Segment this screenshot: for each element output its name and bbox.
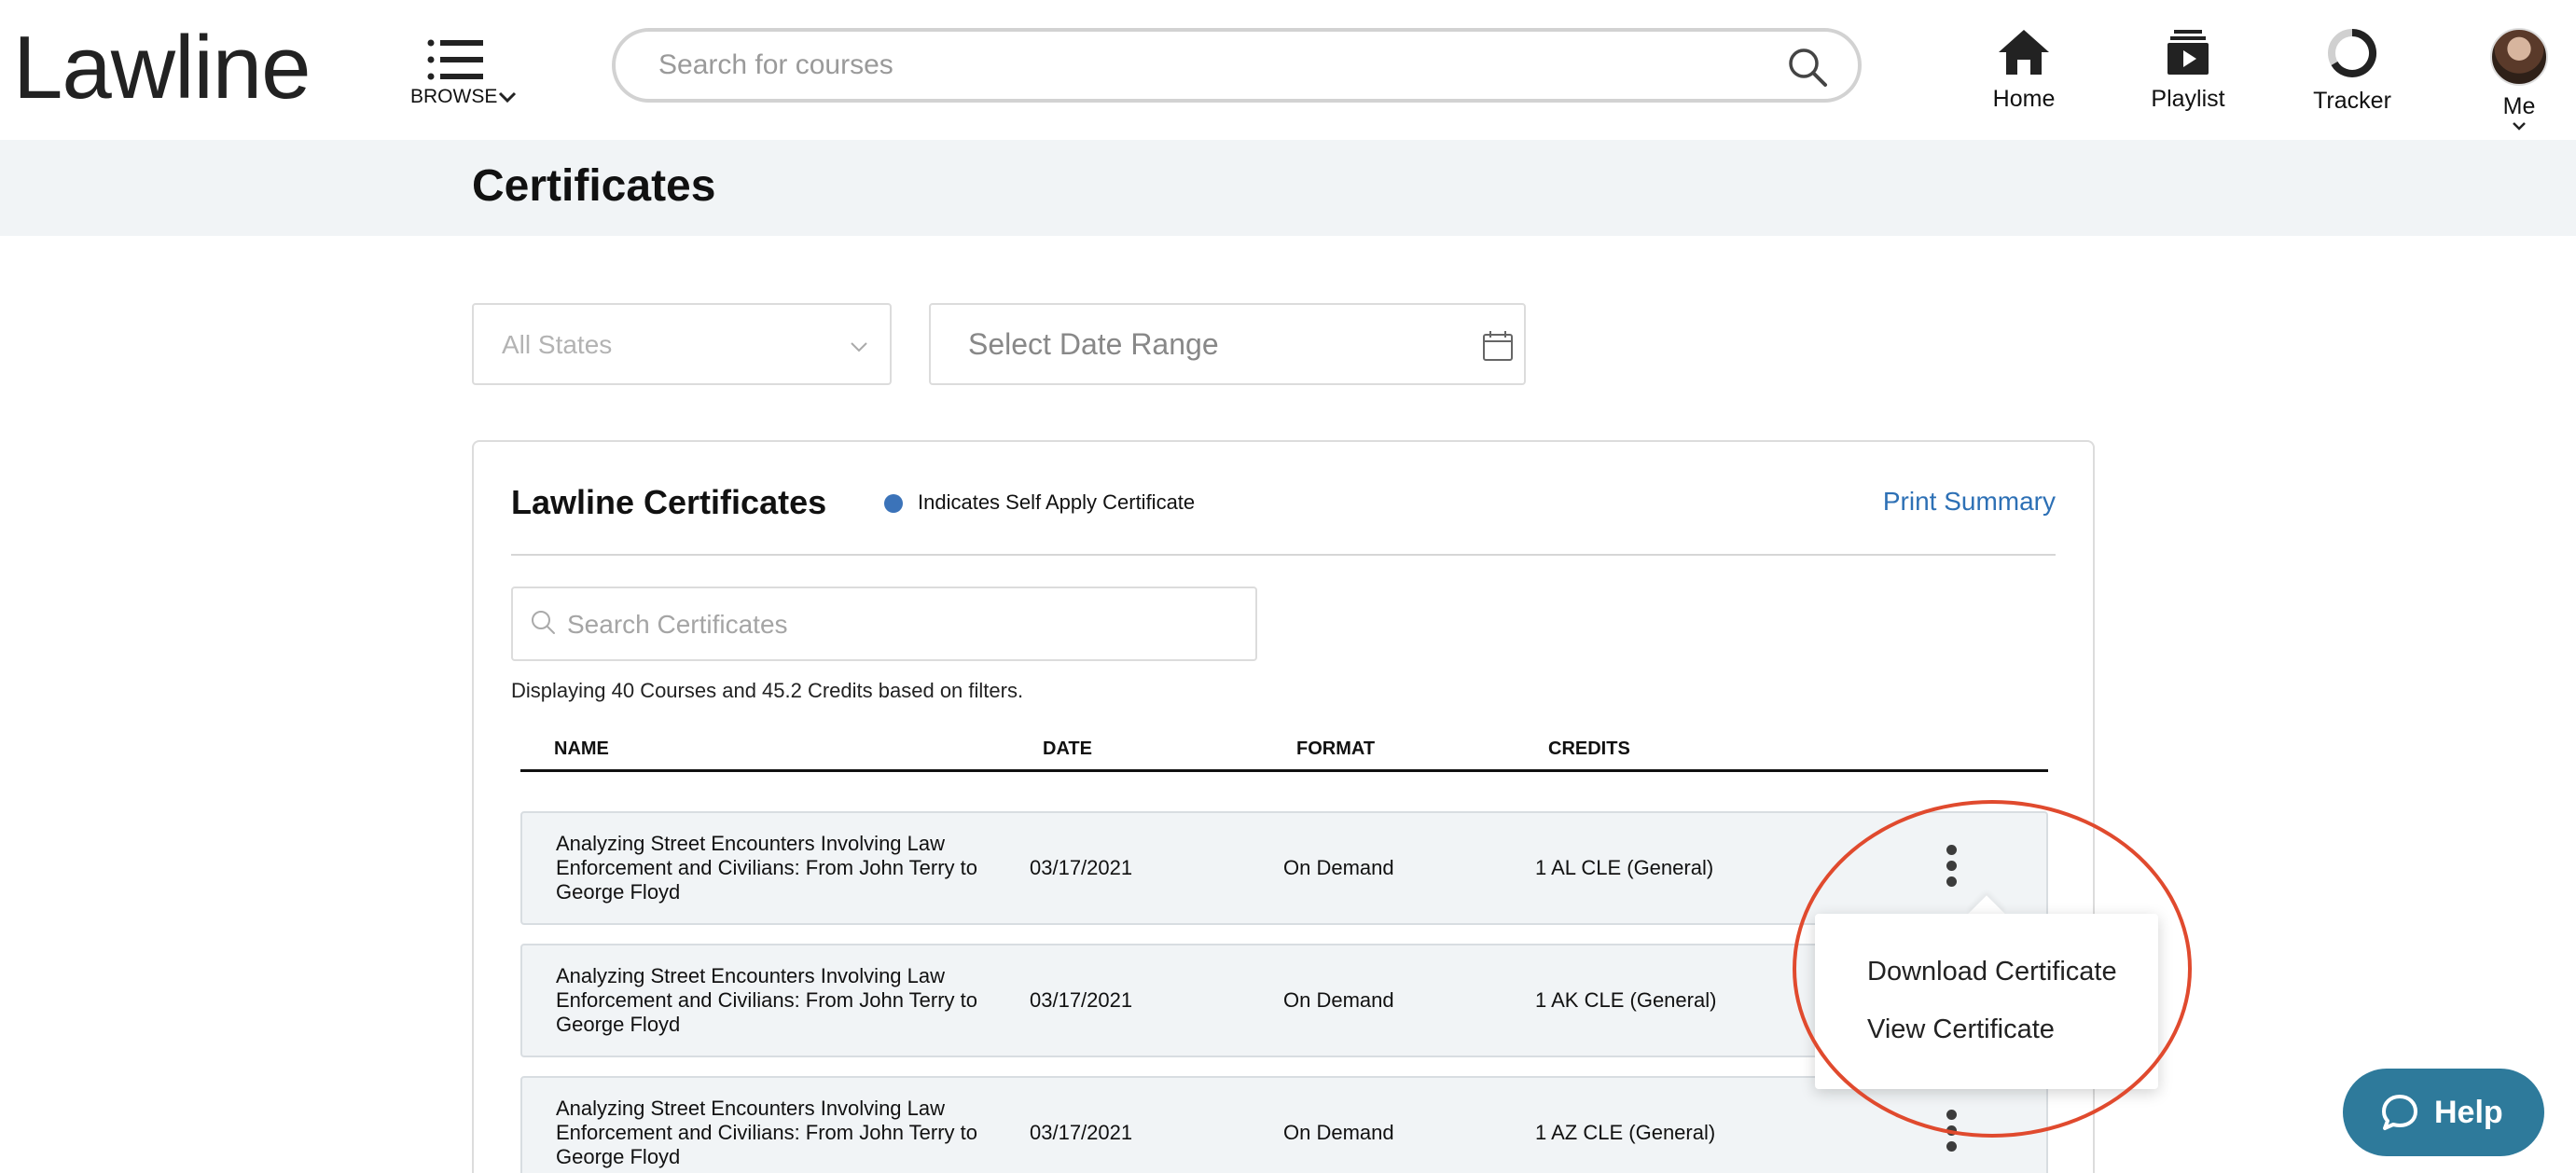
date-range-picker[interactable]: Select Date Range: [929, 303, 1526, 385]
column-header-name: NAME: [554, 738, 609, 759]
row-format: On Demand: [1283, 856, 1394, 879]
help-label: Help: [2434, 1095, 2503, 1130]
chevron-down-icon: [498, 91, 517, 104]
row-actions-kebab-icon[interactable]: [1942, 1110, 1960, 1156]
row-actions-menu: Download Certificate View Certificate: [1815, 914, 2158, 1089]
nav-me-menu[interactable]: Me: [2458, 28, 2576, 131]
logo-text: Lawline: [13, 18, 312, 117]
results-count-text: Displaying 40 Courses and 45.2 Credits b…: [511, 679, 1024, 702]
self-apply-legend-dot: [884, 494, 903, 513]
tracker-ring-icon: [2328, 28, 2377, 77]
hamburger-icon: [427, 39, 483, 80]
card-title: Lawline Certificates: [511, 483, 827, 521]
home-icon: [1999, 30, 2049, 75]
browse-menu-button[interactable]: BROWSE: [409, 37, 530, 112]
view-certificate-item[interactable]: View Certificate: [1867, 1014, 2055, 1045]
calendar-icon: [1483, 331, 1513, 361]
row-course-name[interactable]: Analyzing Street Encounters Involving La…: [556, 1097, 994, 1169]
certificate-search-input[interactable]: [567, 601, 1220, 648]
row-credits: 1 AZ CLE (General): [1535, 1121, 1716, 1144]
course-search-input[interactable]: [658, 41, 1740, 90]
column-header-format: FORMAT: [1296, 738, 1376, 759]
states-select[interactable]: All States: [472, 303, 892, 385]
print-summary-link[interactable]: Print Summary: [1883, 487, 2056, 517]
nav-playlist-label: Playlist: [2151, 86, 2225, 112]
row-date: 03/17/2021: [1030, 856, 1133, 879]
nav-tracker[interactable]: Tracker: [2287, 28, 2417, 121]
row-date: 03/17/2021: [1030, 1121, 1133, 1144]
certificate-search-box: [511, 586, 1257, 661]
row-credits: 1 AK CLE (General): [1535, 988, 1717, 1012]
download-certificate-item[interactable]: Download Certificate: [1867, 957, 2117, 987]
nav-home-label: Home: [1992, 86, 2056, 112]
row-credits: 1 AL CLE (General): [1535, 856, 1714, 879]
avatar: [2490, 28, 2548, 86]
divider: [511, 554, 2056, 556]
nav-playlist[interactable]: Playlist: [2123, 28, 2253, 121]
nav-me-wrapper: Me: [2458, 93, 2576, 131]
nav-me-label: Me: [2502, 93, 2536, 119]
browse-label: BROWSE: [410, 86, 498, 107]
self-apply-legend-text: Indicates Self Apply Certificate: [918, 490, 1196, 514]
row-format: On Demand: [1283, 1121, 1394, 1144]
table-row: Analyzing Street Encounters Involving La…: [520, 1076, 2048, 1173]
row-course-name[interactable]: Analyzing Street Encounters Involving La…: [556, 964, 994, 1037]
nav-tracker-label: Tracker: [2313, 88, 2391, 114]
column-header-credits: CREDITS: [1548, 738, 1630, 759]
help-button[interactable]: Help: [2343, 1069, 2544, 1156]
page-title: Certificates: [472, 161, 716, 211]
date-range-placeholder: Select Date Range: [968, 327, 1219, 361]
table-header: NAME DATE FORMAT CREDITS: [520, 733, 2048, 772]
chevron-down-icon: [2513, 122, 2526, 131]
row-date: 03/17/2021: [1030, 988, 1133, 1012]
chat-bubble-icon: [2382, 1095, 2417, 1130]
search-icon[interactable]: [1787, 47, 1828, 88]
playlist-icon: [2167, 30, 2209, 75]
column-header-date: DATE: [1043, 738, 1092, 759]
chevron-down-icon: [851, 342, 867, 352]
search-icon: [532, 611, 555, 634]
row-actions-kebab-icon[interactable]: [1942, 845, 1960, 891]
top-header: Lawline BROWSE Home Playlist: [0, 0, 2576, 140]
row-course-name[interactable]: Analyzing Street Encounters Involving La…: [556, 832, 994, 904]
course-search-bar: [612, 28, 1862, 103]
lawline-logo[interactable]: Lawline: [13, 17, 312, 119]
page-title-band: Certificates: [0, 140, 2576, 236]
nav-home[interactable]: Home: [1959, 28, 2089, 121]
table-row: Analyzing Street Encounters Involving La…: [520, 811, 2048, 925]
states-select-value: All States: [502, 330, 613, 359]
row-format: On Demand: [1283, 988, 1394, 1012]
